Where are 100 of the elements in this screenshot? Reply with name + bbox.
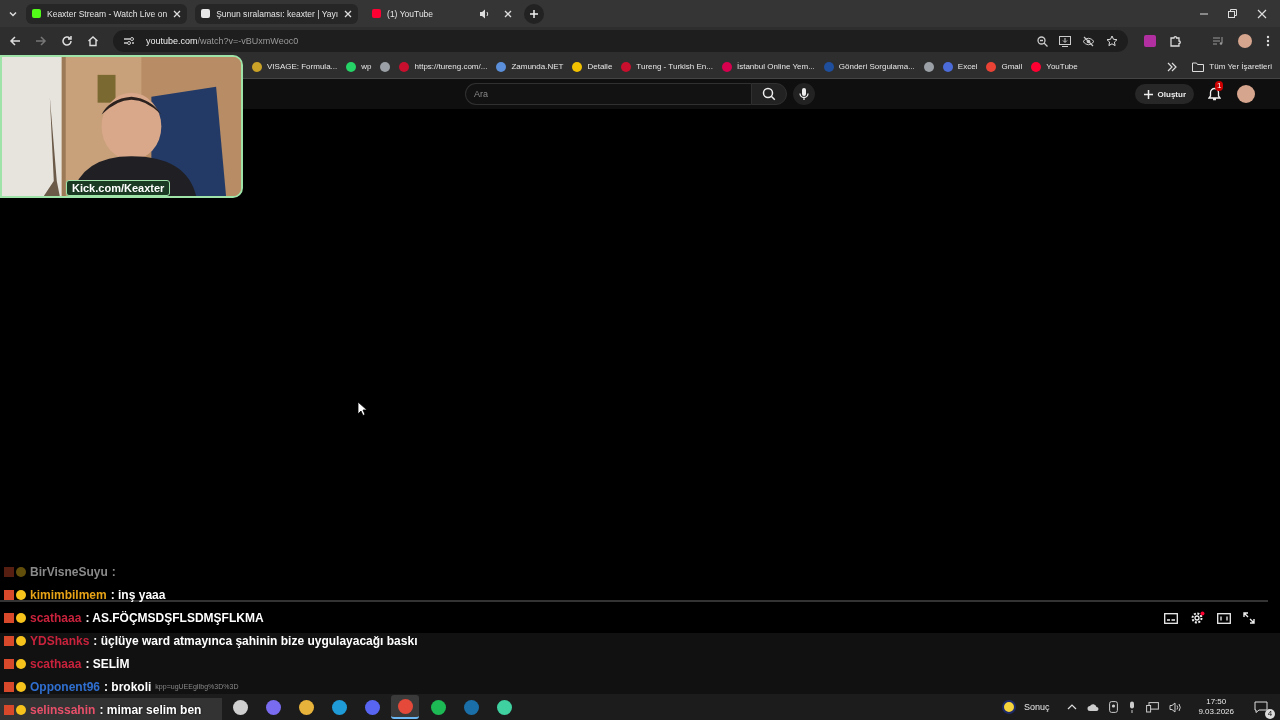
close-icon[interactable] [173,9,182,18]
chat-badge-icon [4,589,26,600]
clock-date: 9.03.2026 [1198,707,1234,717]
close-icon[interactable] [344,9,353,18]
profile-avatar[interactable] [1237,85,1255,103]
bookmark-icon[interactable] [923,61,934,72]
close-icon[interactable] [504,9,513,18]
microphone-icon [799,87,809,101]
chat-message: : inş yaaa [110,587,166,602]
notification-badge: 1 [1215,81,1224,91]
settings-icon[interactable] [1190,611,1205,625]
bookmark[interactable]: Zamunda.NET [496,61,564,72]
site-info-icon[interactable] [123,36,135,46]
chat-bubble-icon [1254,701,1268,713]
speaker-icon[interactable] [479,8,491,19]
app-icon [265,699,281,715]
url-text: youtube.com/watch?v=-vBUxmWeoc0 [146,36,299,46]
browser-tab[interactable]: Şunun sıralaması: keaxter | Yayı [195,3,359,24]
plus-icon [1142,88,1154,100]
address-bar[interactable]: youtube.com/watch?v=-vBUxmWeoc0 [113,30,1128,52]
install-icon[interactable] [1059,35,1071,47]
chat-message: : brokoli [104,679,152,694]
bookmark[interactable]: Gönderi Sorgulama... [823,61,915,72]
search-icon [762,87,776,101]
chat-username: kimimbilmem [30,587,107,602]
star-icon[interactable] [1106,35,1118,47]
zoom-icon[interactable] [1037,35,1048,47]
bookmark[interactable]: İstanbul Online Yem... [721,61,815,72]
stream-caption: Kick.com/Keaxter [66,180,171,196]
folder-icon [1192,61,1205,72]
app-icon [397,698,413,714]
chat-username: BirVisneSuyu [30,564,108,579]
cloud-icon[interactable] [1087,702,1100,712]
chat-message: : SELİM [85,656,130,671]
microphone-button[interactable] [793,83,815,105]
reload-icon[interactable] [61,35,73,47]
camera-icon[interactable] [1109,701,1119,713]
network-icon[interactable] [1146,701,1160,713]
chat-badge-icon [4,566,26,577]
bookmark[interactable]: Excel [942,61,978,72]
notification-center[interactable]: 4 [1250,697,1272,717]
profile-avatar[interactable] [1238,34,1252,48]
chat-badge-icon [4,635,26,646]
chat-username: selinssahin [30,702,96,717]
chat-username: YDShanks [30,633,90,648]
chat-badge-icon [4,704,26,715]
new-tab-icon[interactable] [524,3,545,24]
eye-slash-icon[interactable] [1082,35,1095,47]
bookmark[interactable]: VISAGE: Formula... [252,61,338,72]
app-icon [364,699,380,715]
weather-widget[interactable]: Sonuç [1001,700,1050,714]
chat-message: : mimar selim ben [99,702,202,717]
chevron-up-icon[interactable] [1067,703,1078,711]
app-icon [331,699,347,715]
forward-icon[interactable] [35,35,47,47]
back-icon[interactable] [9,35,21,47]
bookmark-icon[interactable] [380,61,391,72]
chevron-icon[interactable] [1167,61,1178,72]
speaker-icon[interactable] [1169,701,1183,713]
bookmark[interactable]: https://tureng.com/... [399,61,488,72]
browser-tab[interactable]: (1) YouTube [366,3,519,24]
fullscreen-icon[interactable] [1243,612,1255,624]
bell-icon[interactable] [1208,87,1221,101]
chat-message: : üçlüye ward atmayınca şahinin bize uygulayacağı baskı [93,633,418,648]
clock-time: 17:50 [1206,697,1227,707]
chat-username: scathaaa [30,656,82,671]
bookmark[interactable]: Gmail [986,61,1023,72]
taskbar-app[interactable] [391,695,419,719]
app-icon [298,699,314,715]
chat-message: : AS.FÖÇMSDŞFLSDMŞFLKMA [85,610,264,625]
chat-badge-icon [4,681,26,692]
home-icon[interactable] [87,35,99,47]
theater-mode-icon[interactable] [1217,612,1231,624]
all-bookmarks[interactable]: Tüm Yer İşaretleri [1192,61,1272,72]
puzzle-icon[interactable] [1170,35,1182,47]
chat-badge-icon [4,612,26,623]
search-button[interactable] [751,83,787,105]
app-icon [430,699,446,715]
create-button[interactable]: Oluştur [1134,84,1194,104]
app-icon [463,699,479,715]
close-icon[interactable] [1257,8,1267,19]
bookmark[interactable]: YouTube [1031,61,1078,72]
chat-username: Opponent96 [30,679,100,694]
app-icon [232,699,248,715]
chat-username: scathaaa [30,610,82,625]
app-icon [496,699,512,715]
notification-badge: 4 [1265,709,1275,719]
media-control-icon[interactable] [1212,36,1224,46]
menu-icon[interactable] [1266,35,1270,47]
browser-tab[interactable]: Keaxter Stream - Watch Live on [26,3,188,24]
bookmark[interactable]: Detalle [572,61,613,72]
restore-icon[interactable] [1228,9,1237,18]
bookmark[interactable]: Tureng - Turkish En... [621,61,713,72]
microphone-icon[interactable] [1128,701,1137,713]
mouse-pointer-icon [357,401,367,416]
search-field[interactable]: Ara [465,83,751,105]
subtitles-icon[interactable] [1164,612,1178,624]
chat-badge-icon [4,658,26,669]
chat-message: : [111,564,116,579]
bookmark[interactable]: wp [346,61,372,72]
